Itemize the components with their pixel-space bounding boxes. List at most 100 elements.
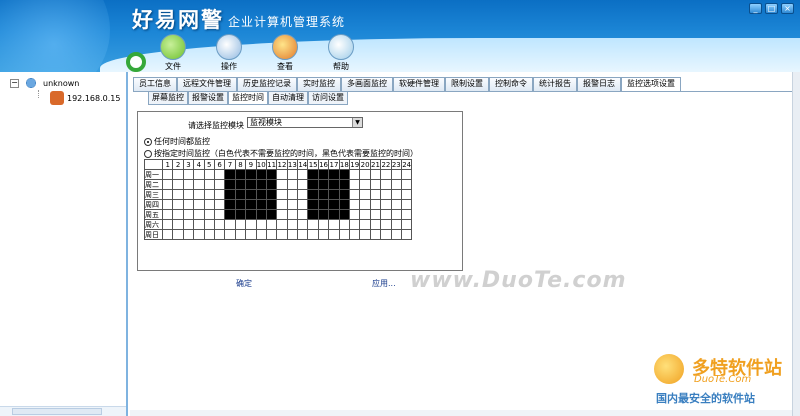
schedule-cell[interactable] xyxy=(172,209,184,220)
schedule-cell[interactable] xyxy=(203,199,215,210)
schedule-cell-monitored[interactable] xyxy=(307,209,319,220)
schedule-cell[interactable] xyxy=(359,199,371,210)
tab-multi-screen[interactable]: 多画面监控 xyxy=(341,77,393,91)
schedule-cell-monitored[interactable] xyxy=(307,189,319,200)
tree-root-node[interactable]: − unknown xyxy=(10,76,79,90)
schedule-cell[interactable] xyxy=(276,209,288,220)
tab-realtime-monitor[interactable]: 实时监控 xyxy=(297,77,341,91)
schedule-cell-monitored[interactable] xyxy=(338,179,351,190)
schedule-cell-monitored[interactable] xyxy=(234,169,247,180)
schedule-cell-monitored[interactable] xyxy=(317,209,330,220)
radio-all-time[interactable] xyxy=(144,137,152,146)
subtab-auto-cleanup[interactable]: 自动清理 xyxy=(268,92,308,105)
toolbar-view-button[interactable]: 查看 xyxy=(262,34,308,72)
schedule-cell[interactable] xyxy=(390,219,403,230)
schedule-cell[interactable] xyxy=(380,199,392,210)
schedule-cell[interactable] xyxy=(369,169,382,180)
schedule-cell-monitored[interactable] xyxy=(265,189,278,200)
schedule-cell-monitored[interactable] xyxy=(307,199,319,210)
schedule-cell[interactable] xyxy=(328,219,340,230)
schedule-cell[interactable] xyxy=(400,219,413,230)
schedule-cell[interactable] xyxy=(276,169,288,180)
toolbar-help-button[interactable]: 帮助 xyxy=(318,34,364,72)
schedule-cell-monitored[interactable] xyxy=(245,169,257,180)
schedule-cell[interactable] xyxy=(276,179,288,190)
schedule-cell[interactable] xyxy=(286,219,299,230)
schedule-cell[interactable] xyxy=(369,189,382,200)
schedule-cell-monitored[interactable] xyxy=(245,209,257,220)
schedule-cell[interactable] xyxy=(276,189,288,200)
schedule-cell[interactable] xyxy=(245,229,257,240)
schedule-cell[interactable] xyxy=(161,169,174,180)
schedule-cell[interactable] xyxy=(359,219,371,230)
chevron-down-icon[interactable]: ▼ xyxy=(352,118,362,127)
schedule-cell[interactable] xyxy=(380,219,392,230)
schedule-cell[interactable] xyxy=(349,179,361,190)
radio-scheduled[interactable] xyxy=(144,149,152,158)
schedule-cell-monitored[interactable] xyxy=(328,169,340,180)
subtab-screen-monitor[interactable]: 屏幕监控 xyxy=(148,92,188,105)
schedule-cell-monitored[interactable] xyxy=(317,179,330,190)
schedule-cell[interactable] xyxy=(182,199,195,210)
schedule-cell[interactable] xyxy=(297,189,309,200)
schedule-cell[interactable] xyxy=(400,179,413,190)
schedule-cell-monitored[interactable] xyxy=(245,189,257,200)
schedule-cell[interactable] xyxy=(307,229,319,240)
schedule-cell[interactable] xyxy=(286,209,299,220)
schedule-cell[interactable] xyxy=(390,189,403,200)
schedule-cell[interactable] xyxy=(193,199,205,210)
schedule-cell[interactable] xyxy=(359,179,371,190)
schedule-cell[interactable] xyxy=(193,229,205,240)
schedule-cell[interactable] xyxy=(380,169,392,180)
schedule-cell-monitored[interactable] xyxy=(338,189,351,200)
schedule-cell[interactable] xyxy=(297,209,309,220)
schedule-cell-monitored[interactable] xyxy=(234,189,247,200)
schedule-cell[interactable] xyxy=(193,179,205,190)
schedule-cell[interactable] xyxy=(182,169,195,180)
schedule-cell[interactable] xyxy=(286,199,299,210)
schedule-cell[interactable] xyxy=(161,209,174,220)
schedule-cell[interactable] xyxy=(224,219,236,230)
schedule-cell[interactable] xyxy=(400,189,413,200)
schedule-cell[interactable] xyxy=(349,229,361,240)
schedule-cell[interactable] xyxy=(193,219,205,230)
schedule-cell[interactable] xyxy=(213,179,226,190)
schedule-cell-monitored[interactable] xyxy=(265,209,278,220)
schedule-cell[interactable] xyxy=(317,229,330,240)
tab-history-records[interactable]: 历史监控记录 xyxy=(237,77,297,91)
schedule-cell[interactable] xyxy=(172,229,184,240)
schedule-cell-monitored[interactable] xyxy=(265,169,278,180)
toolbar-file-button[interactable]: 文件 xyxy=(150,34,196,72)
module-select[interactable]: 监视模块 ▼ xyxy=(247,117,363,128)
schedule-cell[interactable] xyxy=(380,179,392,190)
confirm-button[interactable]: 确定 xyxy=(236,278,252,289)
schedule-cell-monitored[interactable] xyxy=(255,189,267,200)
schedule-cell-monitored[interactable] xyxy=(224,199,236,210)
schedule-cell[interactable] xyxy=(172,169,184,180)
schedule-cell[interactable] xyxy=(286,189,299,200)
schedule-cell[interactable] xyxy=(400,229,413,240)
schedule-cell-monitored[interactable] xyxy=(328,209,340,220)
schedule-cell-monitored[interactable] xyxy=(338,209,351,220)
schedule-cell[interactable] xyxy=(213,189,226,200)
schedule-cell-monitored[interactable] xyxy=(255,199,267,210)
schedule-cell-monitored[interactable] xyxy=(245,199,257,210)
schedule-cell[interactable] xyxy=(276,199,288,210)
schedule-cell[interactable] xyxy=(182,179,195,190)
schedule-cell[interactable] xyxy=(328,229,340,240)
subtab-alarm-settings[interactable]: 报警设置 xyxy=(188,92,228,105)
schedule-cell-monitored[interactable] xyxy=(245,179,257,190)
maximize-button[interactable]: □ xyxy=(765,3,778,14)
schedule-cell-monitored[interactable] xyxy=(234,179,247,190)
schedule-cell[interactable] xyxy=(359,169,371,180)
minimize-button[interactable]: _ xyxy=(749,3,762,14)
schedule-cell[interactable] xyxy=(161,189,174,200)
schedule-cell-monitored[interactable] xyxy=(265,179,278,190)
schedule-cell[interactable] xyxy=(265,229,278,240)
schedule-cell[interactable] xyxy=(213,209,226,220)
tab-alarm-log[interactable]: 报警日志 xyxy=(577,77,621,91)
schedule-cell[interactable] xyxy=(297,199,309,210)
schedule-cell[interactable] xyxy=(161,219,174,230)
schedule-cell-monitored[interactable] xyxy=(338,169,351,180)
schedule-cell[interactable] xyxy=(369,219,382,230)
